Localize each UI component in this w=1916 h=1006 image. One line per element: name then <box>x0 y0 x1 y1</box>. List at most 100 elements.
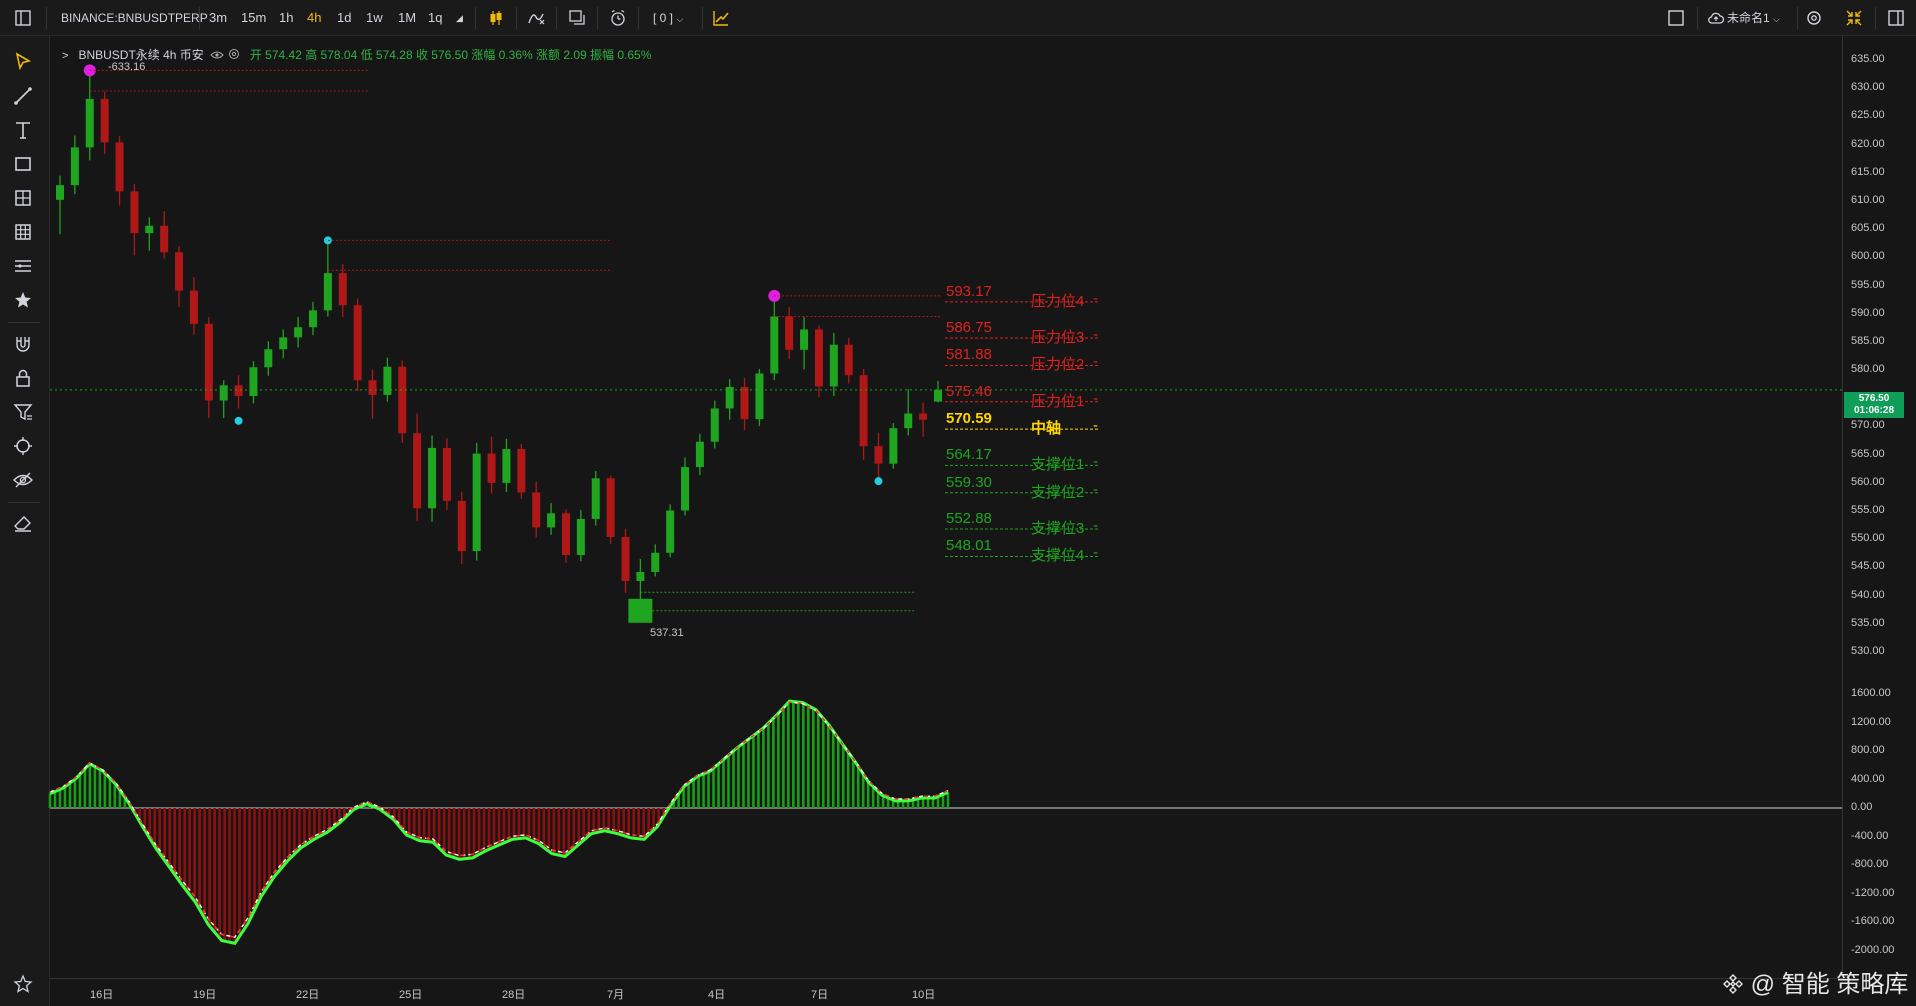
candle-body <box>457 500 466 552</box>
candle-body <box>160 225 169 253</box>
filter-icon[interactable] <box>10 399 36 425</box>
oscillator-axis-label: -1600.00 <box>1851 915 1895 927</box>
text-tool-icon[interactable] <box>10 117 36 143</box>
pivot-level-dash: - <box>1093 289 1098 307</box>
favorites-star-icon[interactable] <box>10 287 36 313</box>
cloud-save-icon[interactable] <box>1707 9 1725 27</box>
interval-3m[interactable]: 3m <box>209 0 227 36</box>
extreme-marker <box>323 236 332 245</box>
drawing-tool-icon[interactable] <box>711 8 731 28</box>
layout-name-dropdown[interactable]: 未命名1 ⌵ <box>1727 0 1780 36</box>
time-label: 28日 <box>502 989 526 1001</box>
candle-type-icon[interactable] <box>487 9 505 27</box>
legend-title: BNBUSDT永续 4h 币安 <box>78 48 204 62</box>
fullscreen-collapse-icon[interactable] <box>1845 9 1863 27</box>
extreme-marker <box>83 64 96 77</box>
alert-clock-icon[interactable] <box>608 8 628 28</box>
top-toolbar: BINANCE:BNBUSDTPERP 3m 15m 1h 4h 1d 1w 1… <box>0 0 1916 36</box>
fib-tool-icon[interactable] <box>10 253 36 279</box>
pivot-level-price: 570.59 <box>946 410 992 428</box>
drawing-toolbar <box>0 36 50 1006</box>
legend-collapse-icon[interactable]: > <box>62 50 68 62</box>
interval-15m[interactable]: 15m <box>241 0 266 36</box>
interval-1h[interactable]: 1h <box>279 0 293 36</box>
price-axis-label: 595.00 <box>1851 278 1885 291</box>
interval-4h[interactable]: 4h <box>307 0 321 36</box>
candle-body <box>234 385 243 397</box>
time-label: 7日 <box>811 989 829 1001</box>
oscillator-axis-label: 400.00 <box>1851 772 1885 785</box>
interval-more-icon[interactable]: ◢ <box>456 0 463 36</box>
pivot-level-price: 552.88 <box>946 510 992 527</box>
candle-body <box>636 571 645 581</box>
candle-body <box>115 142 124 192</box>
candle-body <box>130 191 139 234</box>
eraser-icon[interactable] <box>10 510 36 536</box>
price-axis-label: 600.00 <box>1851 250 1885 263</box>
candle-body <box>85 98 94 148</box>
time-axis[interactable]: 16日 19日 22日 25日 28日 7月 4日 7日 10日 <box>50 978 1842 1006</box>
price-chart[interactable] <box>0 0 1916 1006</box>
lock-icon[interactable] <box>10 365 36 391</box>
oscillator-axis-label: 800.00 <box>1851 744 1885 756</box>
oscillator-axis-label: -400.00 <box>1851 829 1889 842</box>
candle-body <box>368 380 377 395</box>
fullscreen-square-icon[interactable] <box>1667 9 1685 27</box>
pivot-level-price: 564.17 <box>946 446 992 464</box>
low-marker-box <box>628 598 653 623</box>
extreme-marker <box>768 289 781 302</box>
rectangle-tool-icon[interactable] <box>10 151 36 177</box>
price-axis[interactable]: 635.00 630.00 625.00 620.00 615.00 610.00 605.… <box>1842 36 1916 980</box>
trend-line-icon[interactable] <box>10 83 36 109</box>
candle-body <box>681 467 690 511</box>
candle-body <box>606 478 615 537</box>
settings-icon[interactable] <box>1805 9 1823 27</box>
candle-body <box>621 536 630 581</box>
candle-body <box>829 344 838 387</box>
candle-body <box>814 329 823 387</box>
target-icon[interactable] <box>10 433 36 459</box>
magnet-icon[interactable] <box>10 331 36 357</box>
interval-1w[interactable]: 1w <box>366 0 383 36</box>
indicators-icon[interactable] <box>526 8 546 28</box>
extreme-marker <box>234 416 243 425</box>
candle-body <box>755 373 764 420</box>
indicator-list-button[interactable]: [ 0 ] ⌵ <box>653 0 683 36</box>
low-annotation-label: 537.31 <box>650 627 684 639</box>
candle-body <box>398 366 407 434</box>
candle-body <box>666 510 675 553</box>
sidebar-toggle-icon[interactable] <box>14 9 32 27</box>
grid-tool-icon[interactable] <box>10 219 36 245</box>
price-axis-label: 560.00 <box>1851 475 1885 488</box>
pivot-level-name: 压力位3 <box>1031 329 1085 347</box>
compare-icon[interactable] <box>567 8 587 28</box>
legend-settings-icon[interactable] <box>228 48 240 60</box>
cursor-icon[interactable] <box>10 49 36 75</box>
candle-body <box>353 305 362 381</box>
pivot-level-name: 支撑位4 <box>1031 547 1085 565</box>
time-label: 19日 <box>193 989 217 1001</box>
interval-1M[interactable]: 1M <box>398 0 416 36</box>
candle-body <box>264 349 273 368</box>
pattern-tool-icon[interactable] <box>10 185 36 211</box>
oscillator-pane <box>48 699 1842 946</box>
oscillator-axis-label: 0.00 <box>1851 801 1873 813</box>
pivot-level-dash: - <box>1093 480 1098 498</box>
price-axis-label: 630.00 <box>1851 81 1885 94</box>
watchlist-star-icon[interactable] <box>10 971 36 997</box>
interval-1d[interactable]: 1d <box>337 0 351 36</box>
candle-body <box>338 273 347 306</box>
oscillator-axis-label: -2000.00 <box>1851 943 1895 956</box>
right-panel-toggle-icon[interactable] <box>1887 9 1905 27</box>
hide-eye-icon[interactable] <box>10 467 36 493</box>
candle-body <box>547 513 556 528</box>
interval-1q[interactable]: 1q <box>428 0 442 36</box>
pivot-level-name: 支撑位1 <box>1031 456 1085 474</box>
price-axis-label: 635.00 <box>1851 53 1885 65</box>
pivot-level-dash: - <box>1093 389 1098 407</box>
candle-body <box>695 441 704 468</box>
candle-body <box>145 225 154 234</box>
candlestick-series <box>50 70 1842 611</box>
symbol-search[interactable]: BINANCE:BNBUSDTPERP <box>61 0 208 36</box>
legend-visibility-eye-icon[interactable] <box>210 50 225 60</box>
